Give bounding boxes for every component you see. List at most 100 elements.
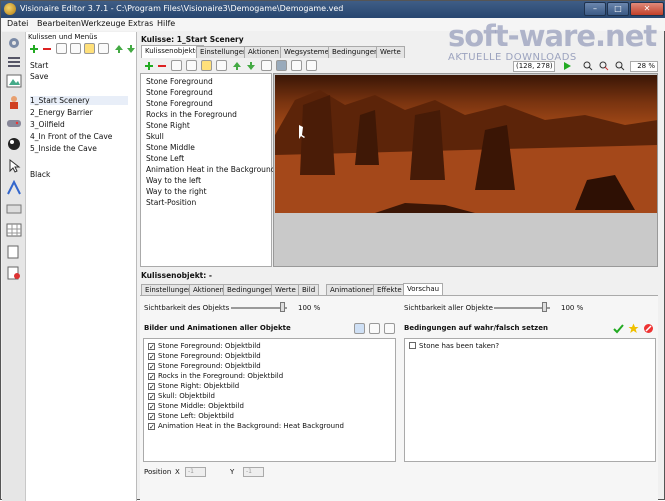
scene-list-item[interactable]: Black xyxy=(30,170,50,179)
image-list-item[interactable]: ✓ Stone Foreground: Objektbild xyxy=(148,362,261,371)
scene-list-item-selected[interactable]: 1_Start Scenery xyxy=(30,96,128,105)
image-list-item[interactable]: ✓ Rocks in the Foreground: Objektbild xyxy=(148,372,283,381)
tab-werte[interactable]: Werte xyxy=(376,46,405,58)
grid-icon[interactable] xyxy=(6,222,22,238)
detail-view-icon[interactable] xyxy=(384,323,395,334)
minimize-button[interactable]: – xyxy=(584,2,606,16)
gear-icon[interactable] xyxy=(6,35,22,51)
checkbox[interactable]: ✓ xyxy=(148,403,155,411)
arrow-down-icon[interactable] xyxy=(246,61,256,71)
checkbox[interactable]: ✓ xyxy=(148,393,155,401)
keyboard-icon[interactable] xyxy=(6,201,22,217)
checkbox[interactable]: ✓ xyxy=(148,373,155,381)
condition-list-item[interactable]: Stone has been taken? xyxy=(409,342,499,350)
object-list-item[interactable]: Stone Right xyxy=(146,121,190,130)
wand-icon[interactable] xyxy=(261,60,272,71)
remove-object-icon[interactable] xyxy=(157,61,167,71)
tab-bedingungen[interactable]: Bedingungen xyxy=(328,46,383,58)
object-list-item[interactable]: Way to the left xyxy=(146,176,201,185)
image-icon[interactable] xyxy=(276,60,287,71)
add-icon[interactable] xyxy=(29,44,39,54)
checkbox[interactable] xyxy=(409,342,416,349)
tab-aktionen[interactable]: Aktionen xyxy=(244,46,283,58)
x-position-input[interactable]: -1 xyxy=(185,467,206,477)
object-list-item[interactable]: Animation Heat in the Background xyxy=(146,165,275,174)
y-position-input[interactable]: -1 xyxy=(243,467,264,477)
checkbox[interactable]: ✓ xyxy=(148,353,155,361)
export-icon[interactable] xyxy=(6,265,22,281)
scene-list-item[interactable]: Save xyxy=(30,72,48,81)
visibility-object-slider[interactable] xyxy=(231,307,287,309)
copy-icon[interactable] xyxy=(186,60,197,71)
font-icon[interactable] xyxy=(6,180,22,196)
scene-list-item[interactable]: 4_In Front of the Cave xyxy=(30,132,112,141)
zoom-reset-icon[interactable] xyxy=(615,61,625,71)
object-list-item[interactable]: Stone Foreground xyxy=(146,77,213,86)
image-list-item[interactable]: ✓ Stone Middle: Objektbild xyxy=(148,402,244,411)
zoom-in-icon[interactable] xyxy=(583,61,593,71)
checkbox[interactable]: ✓ xyxy=(148,383,155,391)
menu-werkzeuge[interactable]: Werkzeuge xyxy=(81,19,125,28)
page-icon[interactable] xyxy=(98,43,109,54)
image-list-item[interactable]: ✓ Animation Heat in the Background: Heat … xyxy=(148,422,344,431)
arrow-up-icon[interactable] xyxy=(114,44,124,54)
scene-list-item[interactable]: 5_Inside the Cave xyxy=(30,144,97,153)
play-icon[interactable] xyxy=(562,61,572,71)
object-list-item[interactable]: Skull xyxy=(146,132,164,141)
checkbox[interactable]: ✓ xyxy=(148,363,155,371)
object-list-item[interactable]: Way to the right xyxy=(146,187,207,196)
maximize-button[interactable]: □ xyxy=(607,2,629,16)
menu-icon[interactable] xyxy=(6,54,22,70)
ball-icon[interactable] xyxy=(6,136,22,152)
page-icon[interactable] xyxy=(216,60,227,71)
grid-icon[interactable] xyxy=(291,60,302,71)
visibility-all-slider-thumb[interactable] xyxy=(542,302,547,312)
checkbox[interactable]: ✓ xyxy=(148,423,155,431)
image-list-item[interactable]: ✓ Stone Foreground: Objektbild xyxy=(148,352,261,361)
checkbox[interactable]: ✓ xyxy=(148,343,155,351)
scene-icon[interactable] xyxy=(6,73,22,89)
visibility-object-slider-thumb[interactable] xyxy=(280,302,285,312)
scene-list-item[interactable]: 2_Energy Barrier xyxy=(30,108,93,117)
star-icon[interactable] xyxy=(628,323,639,334)
gamepad-icon[interactable] xyxy=(6,115,22,131)
image-list-item[interactable]: ✓ Stone Left: Objektbild xyxy=(148,412,234,421)
folder-icon[interactable] xyxy=(201,60,212,71)
arrow-down-icon[interactable] xyxy=(126,44,136,54)
info-icon[interactable] xyxy=(171,60,182,71)
copy-icon[interactable] xyxy=(70,43,81,54)
character-icon[interactable] xyxy=(6,94,22,110)
menu-extras[interactable]: Extras xyxy=(128,19,153,28)
remove-icon[interactable] xyxy=(42,44,52,54)
image-list-item[interactable]: ✓ Stone Right: Objektbild xyxy=(148,382,239,391)
image-list-item[interactable]: ✓ Skull: Objektbild xyxy=(148,392,215,401)
page-icon[interactable] xyxy=(6,244,22,260)
object-list-item[interactable]: Rocks in the Foreground xyxy=(146,110,237,119)
scene-list-item[interactable]: Start xyxy=(30,61,48,70)
settings-icon[interactable] xyxy=(306,60,317,71)
tab-kulissenobjekte[interactable]: Kulissenobjekte xyxy=(141,45,204,58)
menu-bearbeiten[interactable]: Bearbeiten xyxy=(37,19,81,28)
scene-canvas[interactable] xyxy=(273,73,658,267)
object-list-item[interactable]: Stone Left xyxy=(146,154,184,163)
checkmark-icon[interactable] xyxy=(613,323,624,334)
tab-wegsysteme[interactable]: Wegsysteme xyxy=(280,46,333,58)
zoom-value[interactable]: 28 % xyxy=(630,61,658,72)
delete-icon[interactable] xyxy=(643,323,654,334)
object-list-item[interactable]: Start-Position xyxy=(146,198,196,207)
object-list-item[interactable]: Stone Middle xyxy=(146,143,195,152)
grid-view-icon[interactable] xyxy=(354,323,365,334)
image-list-item[interactable]: ✓ Stone Foreground: Objektbild xyxy=(148,342,261,351)
arrow-up-icon[interactable] xyxy=(232,61,242,71)
scene-list-item[interactable]: 3_Oilfield xyxy=(30,120,65,129)
object-list-item[interactable]: Stone Foreground xyxy=(146,99,213,108)
list-view-icon[interactable] xyxy=(369,323,380,334)
cursor-icon[interactable] xyxy=(6,158,22,174)
menu-datei[interactable]: Datei xyxy=(7,19,28,28)
menu-hilfe[interactable]: Hilfe xyxy=(157,19,175,28)
add-object-icon[interactable] xyxy=(144,61,154,71)
info-icon[interactable] xyxy=(56,43,67,54)
object-list-item[interactable]: Stone Foreground xyxy=(146,88,213,97)
checkbox[interactable]: ✓ xyxy=(148,413,155,421)
close-button[interactable]: ✕ xyxy=(630,2,664,16)
